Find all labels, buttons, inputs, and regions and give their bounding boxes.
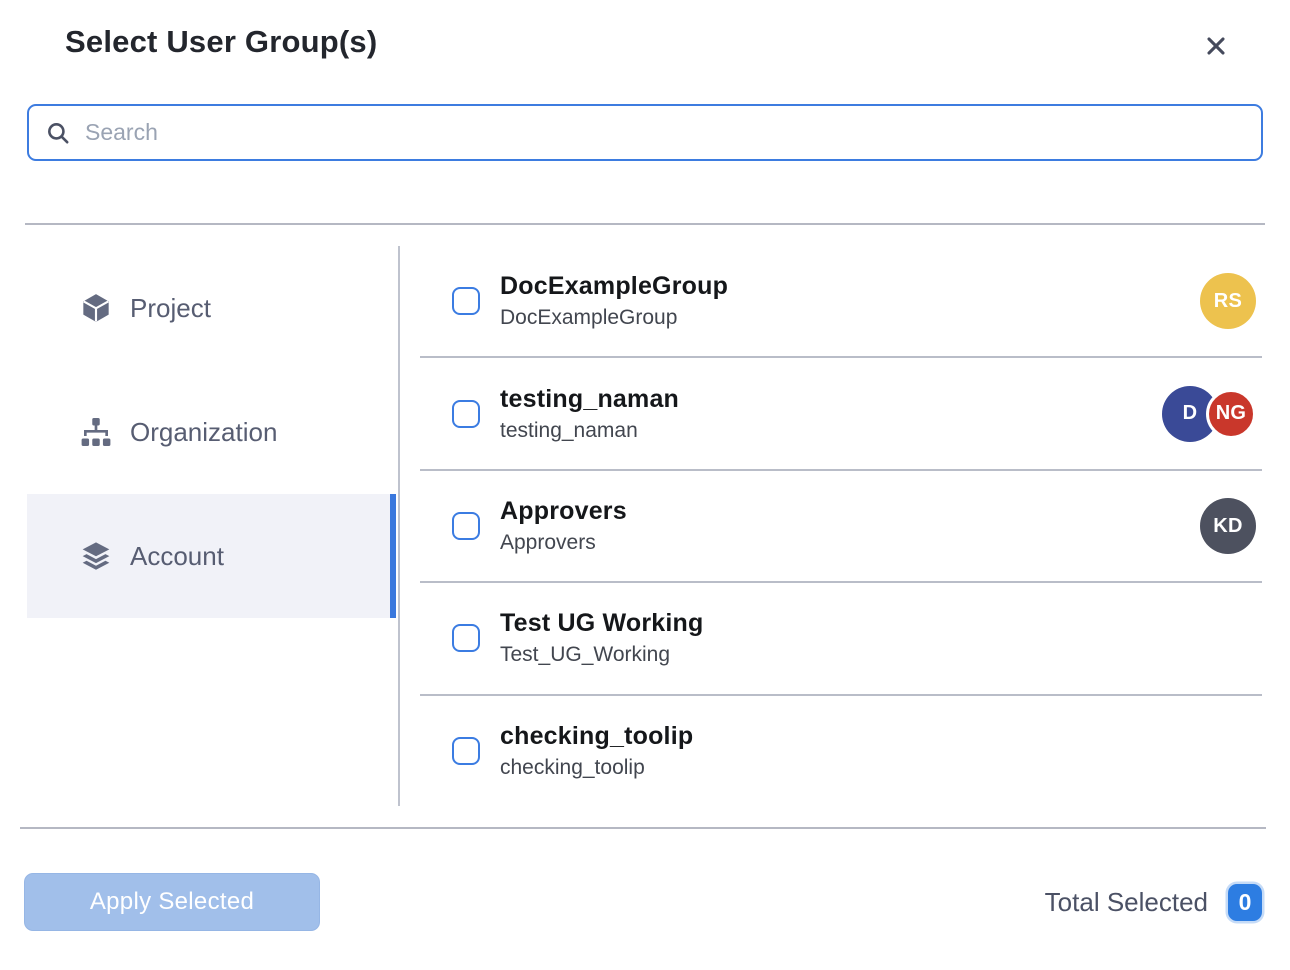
avatar: RS [1200,273,1256,329]
tab-organization[interactable]: Organization [27,370,396,494]
group-name: Approvers [500,497,627,526]
group-avatars: DNG [1162,386,1256,442]
search-input[interactable] [85,119,1245,146]
modal-title: Select User Group(s) [65,24,377,60]
group-avatars: RS [1200,273,1256,329]
group-checkbox[interactable] [452,737,480,765]
total-selected: Total Selected 0 [1045,884,1262,921]
user-group-row: Approvers Approvers KD [420,471,1262,583]
close-icon [1202,48,1230,63]
layers-icon [80,540,112,572]
group-name: Test UG Working [500,609,703,638]
avatar: NG [1206,389,1256,439]
group-name: checking_toolip [500,722,693,751]
apply-selected-button[interactable]: Apply Selected [24,873,320,931]
group-subtitle: testing_naman [500,419,679,443]
group-name: DocExampleGroup [500,272,728,301]
search-box [27,104,1263,161]
group-subtitle: Approvers [500,531,627,555]
tab-label: Account [130,541,224,572]
user-group-list: DocExampleGroup DocExampleGroup RS testi… [420,246,1262,806]
cube-icon [80,292,112,324]
modal-header: Select User Group(s) [0,0,1290,64]
modal-content: Project Organization [0,246,1290,806]
group-subtitle: DocExampleGroup [500,306,728,330]
org-chart-icon [80,416,112,448]
group-checkbox[interactable] [452,512,480,540]
avatar: KD [1200,498,1256,554]
group-checkbox[interactable] [452,624,480,652]
scope-sidebar: Project Organization [0,246,400,806]
select-user-groups-modal: Select User Group(s) [0,0,1290,970]
search-icon [45,120,71,146]
modal-footer: Apply Selected Total Selected 0 [0,829,1290,931]
user-group-row: testing_naman testing_naman DNG [420,358,1262,470]
group-avatars: KD [1200,498,1256,554]
total-selected-label: Total Selected [1045,887,1208,918]
tab-project[interactable]: Project [27,246,396,370]
group-name: testing_naman [500,385,679,414]
tab-account[interactable]: Account [27,494,396,618]
tab-label: Organization [130,417,277,448]
group-subtitle: Test_UG_Working [500,643,703,667]
user-group-row: DocExampleGroup DocExampleGroup RS [420,246,1262,358]
user-group-row: checking_toolip checking_toolip [420,696,1262,806]
header-divider [25,223,1265,225]
group-subtitle: checking_toolip [500,756,693,780]
close-button[interactable] [1198,28,1234,64]
group-checkbox[interactable] [452,400,480,428]
group-checkbox[interactable] [452,287,480,315]
user-group-row: Test UG Working Test_UG_Working [420,583,1262,695]
tab-label: Project [130,293,211,324]
total-selected-count-badge: 0 [1228,884,1262,921]
